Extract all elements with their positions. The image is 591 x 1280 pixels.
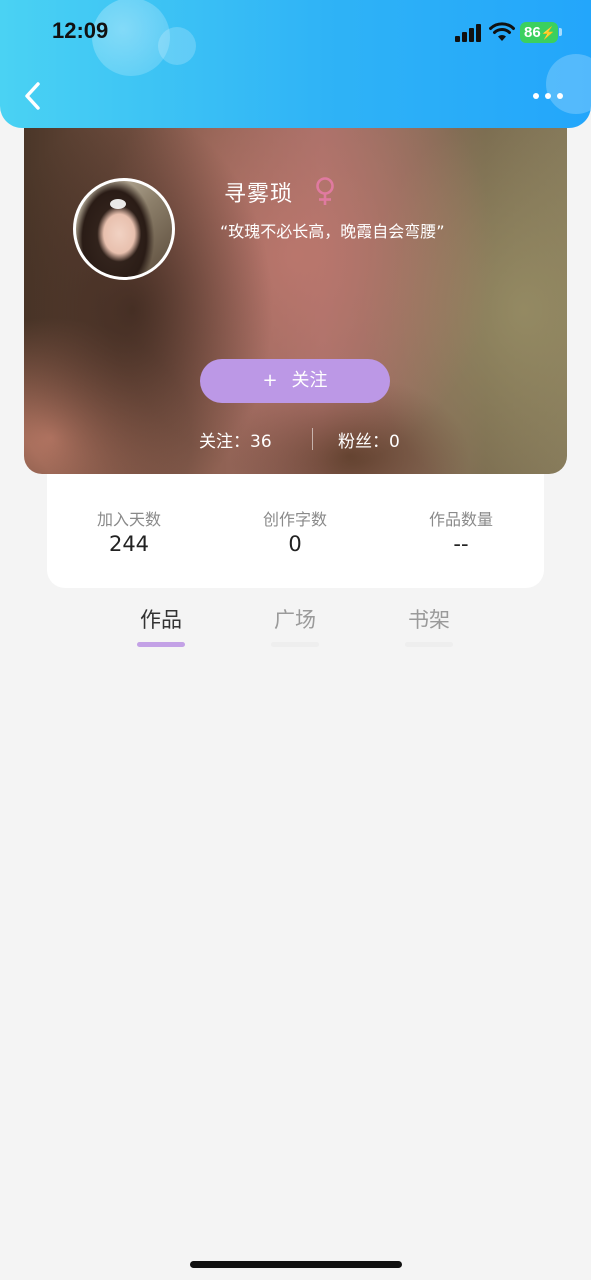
top-header: 12:09 86⚡ (0, 0, 591, 128)
stat-works-count: 作品数量 -- (391, 506, 531, 556)
wifi-icon (489, 22, 515, 41)
more-dots-icon[interactable] (530, 88, 566, 104)
female-icon (316, 177, 334, 205)
fans-count[interactable]: 粉丝：0 (338, 427, 400, 452)
tab-bookshelf[interactable]: 书架 (399, 604, 459, 647)
stats-divider (312, 428, 313, 450)
stats-panel: 加入天数 244 创作字数 0 作品数量 -- (47, 462, 544, 588)
user-motto: “玫瑰不必长高，晚霞自会弯腰” (220, 222, 445, 241)
tab-indicator (271, 642, 319, 647)
following-count[interactable]: 关注：36 (199, 427, 272, 452)
stat-label: 创作字数 (262, 510, 327, 529)
charging-bolt-icon: ⚡ (540, 26, 556, 40)
follow-button-label: 关注 (291, 370, 328, 391)
tab-active-indicator (137, 642, 185, 647)
tab-works[interactable]: 作品 (131, 604, 191, 647)
stat-label: 加入天数 (96, 510, 161, 529)
stat-value: 0 (288, 532, 302, 556)
stat-word-count: 创作字数 0 (225, 506, 365, 556)
battery-level: 86 (524, 24, 541, 41)
tab-label: 书架 (408, 608, 450, 632)
battery-nub (559, 28, 562, 36)
avatar-hair-bow (110, 199, 126, 209)
stat-joined-days: 加入天数 244 (59, 506, 199, 556)
decorative-bubble (546, 54, 591, 114)
tab-indicator (405, 642, 453, 647)
decorative-bubble (158, 27, 196, 65)
user-nickname: 寻雾琐 (224, 182, 294, 207)
cellular-signal-icon (455, 24, 481, 42)
follow-button[interactable]: + 关注 (200, 359, 390, 403)
tab-label: 广场 (274, 608, 316, 632)
battery-indicator: 86⚡ (520, 22, 558, 43)
stat-value: -- (453, 532, 469, 556)
profile-card: 寻雾琐 “玫瑰不必长高，晚霞自会弯腰” + 关注 关注：36 粉丝：0 (24, 110, 567, 474)
chevron-left-icon[interactable] (20, 80, 48, 112)
stat-value: 244 (108, 532, 150, 556)
home-indicator (190, 1261, 402, 1268)
tab-square[interactable]: 广场 (265, 604, 325, 647)
status-time: 12:09 (52, 18, 109, 43)
stat-label: 作品数量 (428, 510, 493, 529)
avatar[interactable] (73, 178, 175, 280)
plus-icon: + (262, 370, 278, 391)
tab-label: 作品 (140, 608, 182, 632)
